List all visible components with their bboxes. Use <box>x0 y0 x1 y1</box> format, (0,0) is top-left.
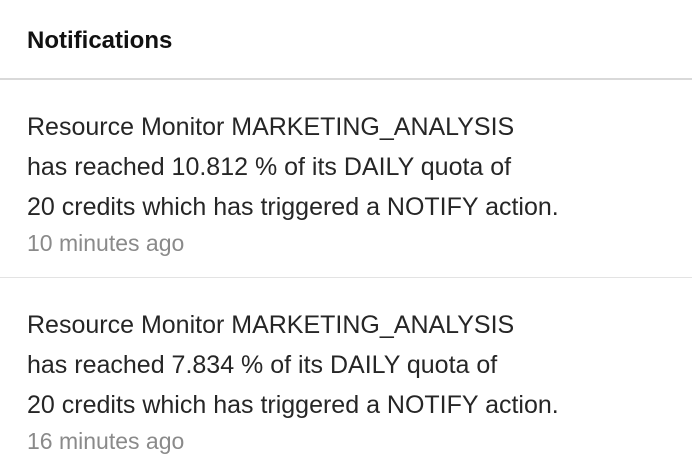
notifications-panel: Notifications Resource Monitor MARKETING… <box>0 0 692 470</box>
notification-message-line: has reached 7.834 % of its DAILY quota o… <box>27 351 498 379</box>
panel-title: Notifications <box>27 27 173 54</box>
notification-message-line: 20 credits which has triggered a NOTIFY … <box>27 391 559 419</box>
notification-message: Resource Monitor MARKETING_ANALYSIS has … <box>27 305 665 425</box>
notification-item[interactable]: Resource Monitor MARKETING_ANALYSIS has … <box>0 80 692 278</box>
notification-message-line: 20 credits which has triggered a NOTIFY … <box>27 193 559 221</box>
notification-message-line: Resource Monitor MARKETING_ANALYSIS <box>27 113 515 141</box>
notification-timestamp: 16 minutes ago <box>27 428 185 454</box>
notification-message-line: Resource Monitor MARKETING_ANALYSIS <box>27 311 515 339</box>
notification-timestamp: 10 minutes ago <box>27 230 185 256</box>
notification-message-line: has reached 10.812 % of its DAILY quota … <box>27 153 512 181</box>
notification-message: Resource Monitor MARKETING_ANALYSIS has … <box>27 107 665 227</box>
notification-list: Resource Monitor MARKETING_ANALYSIS has … <box>0 80 692 470</box>
notifications-header: Notifications <box>0 0 692 80</box>
notification-item[interactable]: Resource Monitor MARKETING_ANALYSIS has … <box>0 278 692 470</box>
